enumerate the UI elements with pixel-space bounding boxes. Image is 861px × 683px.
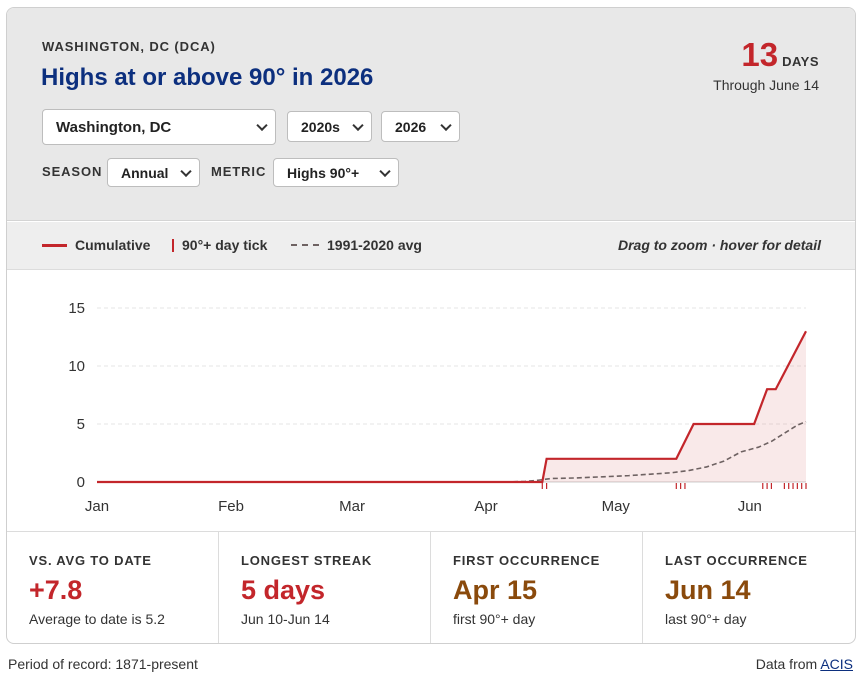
stat-value: Apr 15 <box>453 575 538 605</box>
stat-label: FIRST OCCURRENCE <box>453 553 601 568</box>
x-tick-label: May <box>602 498 631 515</box>
y-tick-label: 5 <box>77 416 85 433</box>
stat-card: LAST OCCURRENCE Jun 14 last 90°+ day <box>643 532 855 643</box>
acis-link[interactable]: ACIS <box>820 656 853 672</box>
stat-subtext: first 90°+ day <box>453 611 536 627</box>
stat-value: +7.8 <box>29 575 83 605</box>
stat-card: FIRST OCCURRENCE Apr 15 first 90°+ day <box>431 532 643 643</box>
data-source-prefix: Data from <box>755 656 818 672</box>
stat-subtext: last 90°+ day <box>665 611 747 627</box>
x-tick-label: Jun <box>738 498 762 515</box>
stat-label: LONGEST STREAK <box>241 553 373 568</box>
y-tick-label: 15 <box>68 300 85 317</box>
stat-label: VS. AVG TO DATE <box>29 553 152 568</box>
stat-value: Jun 14 <box>665 575 751 605</box>
data-source: Data from ACIS <box>756 656 853 672</box>
stat-subtext: Average to date is 5.2 <box>29 611 165 627</box>
x-tick-label: Mar <box>339 498 365 515</box>
climate-card: WASHINGTON, DC (DCA) Highs at or above 9… <box>6 7 856 644</box>
x-tick-label: Jan <box>85 498 109 515</box>
period-of-record: Period of record: 1871-present <box>8 656 198 672</box>
y-tick-label: 10 <box>68 358 85 375</box>
stat-card: LONGEST STREAK 5 days Jun 10-Jun 14 <box>219 532 431 643</box>
cumulative-chart[interactable]: 0 5 10 15 Jan Feb Mar Apr May Jun <box>7 8 855 531</box>
x-tick-label: Apr <box>474 498 497 515</box>
stats-row: VS. AVG TO DATE +7.8 Average to date is 5.… <box>7 531 855 643</box>
stat-value: 5 days <box>241 575 326 605</box>
stat-card: VS. AVG TO DATE +7.8 Average to date is 5.… <box>7 532 219 643</box>
cumulative-area <box>97 331 806 482</box>
x-tick-label: Feb <box>218 498 244 515</box>
stat-subtext: Jun 10-Jun 14 <box>241 611 330 627</box>
y-tick-label: 0 <box>77 474 85 491</box>
stat-label: LAST OCCURRENCE <box>665 553 808 568</box>
